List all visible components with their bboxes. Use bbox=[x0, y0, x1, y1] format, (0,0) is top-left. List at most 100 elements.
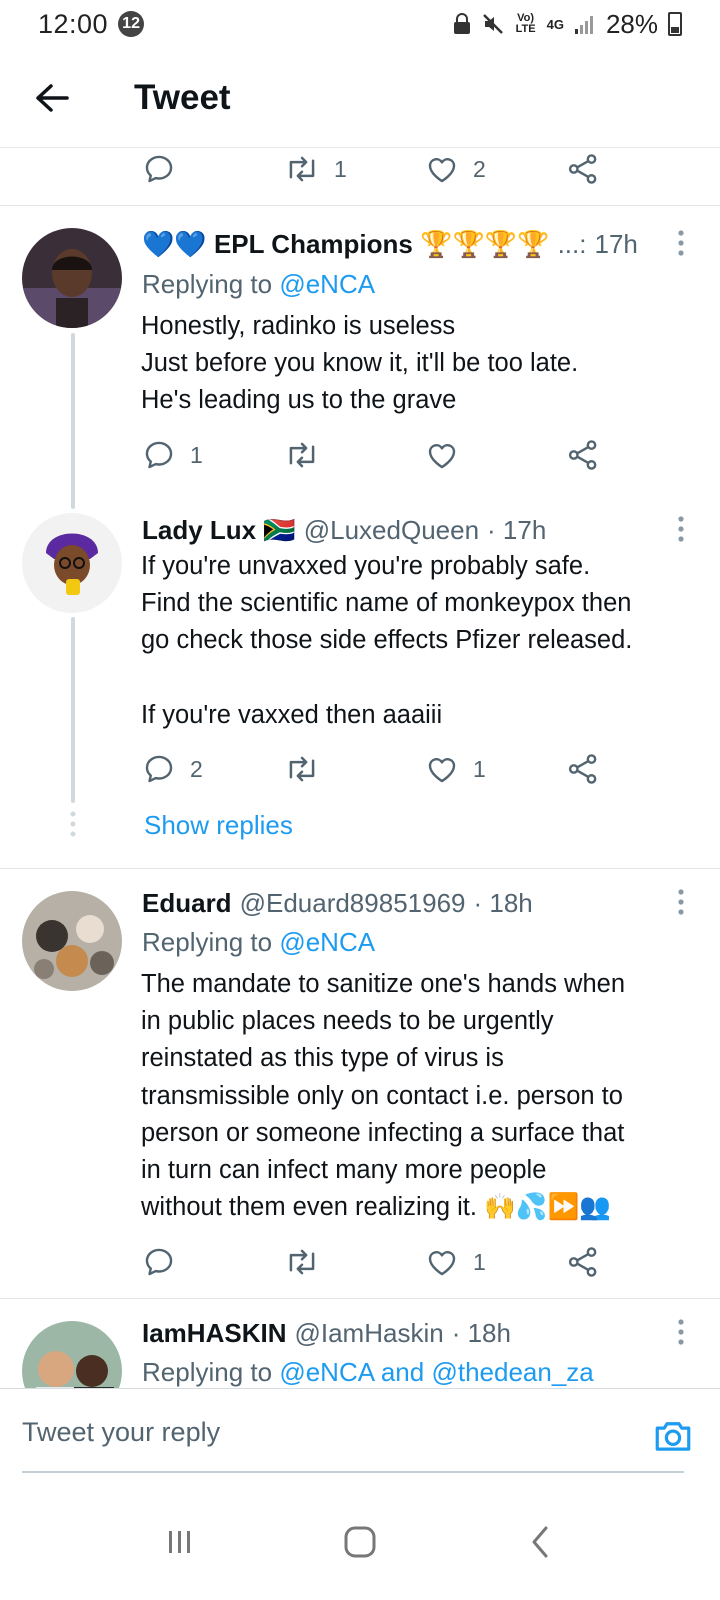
more-vertical-icon[interactable] bbox=[676, 887, 686, 917]
tweet-header: Lady Lux 🇿🇦 @LuxedQueen · 17h bbox=[142, 510, 686, 550]
show-replies-link[interactable]: Show replies bbox=[144, 810, 293, 841]
recent-apps-icon bbox=[169, 1531, 190, 1553]
tweet-time: · 17h bbox=[487, 514, 547, 545]
reply-input[interactable]: Tweet your reply bbox=[22, 1417, 220, 1448]
author-name[interactable]: Lady Lux 🇿🇦 bbox=[142, 515, 296, 546]
retweet-button[interactable] bbox=[284, 749, 320, 789]
status-time: 12:00 bbox=[38, 8, 109, 39]
more-vertical-icon[interactable] bbox=[676, 228, 686, 258]
retweet-button[interactable] bbox=[284, 1242, 320, 1282]
reply-button[interactable] bbox=[142, 1242, 176, 1282]
battery-percent: 28% bbox=[605, 8, 658, 39]
app-header: Tweet bbox=[0, 48, 720, 148]
author-name[interactable]: Eduard bbox=[142, 888, 232, 919]
author-handle: @Eduard89851969 bbox=[239, 887, 466, 918]
replying-to-link[interactable]: @eNCA and @thedean_za bbox=[279, 1357, 593, 1387]
system-nav-bar bbox=[0, 1484, 720, 1600]
like-button[interactable] bbox=[425, 435, 459, 475]
tweet-text: Honestly, radinko is useless Just before… bbox=[141, 312, 579, 415]
tweet-actions: 2 1 bbox=[142, 749, 622, 789]
author-name[interactable]: 💙💙 EPL Champions 🏆🏆🏆🏆 bbox=[142, 229, 550, 260]
signal-icon bbox=[574, 16, 593, 34]
retweet-button[interactable]: 1 bbox=[284, 149, 347, 189]
camera-button[interactable] bbox=[652, 1415, 694, 1457]
retweet-count: 1 bbox=[334, 155, 347, 182]
share-icon bbox=[568, 1247, 597, 1277]
reply-icon bbox=[145, 1248, 173, 1276]
share-button[interactable] bbox=[566, 149, 600, 189]
reply-icon bbox=[145, 441, 173, 469]
reply-icon bbox=[145, 155, 173, 183]
reply-composer: Tweet your reply bbox=[0, 1388, 720, 1484]
main-tweet-actions: 1 2 bbox=[142, 149, 622, 189]
back-arrow-icon bbox=[36, 83, 69, 112]
like-icon bbox=[428, 444, 456, 469]
reply-input-underline bbox=[22, 1471, 684, 1473]
share-button[interactable] bbox=[566, 435, 600, 475]
recent-apps-button[interactable] bbox=[150, 1512, 210, 1572]
more-vertical-icon[interactable] bbox=[676, 1317, 686, 1347]
share-icon bbox=[568, 440, 597, 470]
reply-button[interactable]: 2 bbox=[142, 749, 203, 789]
network-type: 4G bbox=[546, 16, 564, 32]
tweet-feed[interactable]: 1 2 💙💙 EPL Champions 🏆🏆🏆🏆 ...: 17h Reply… bbox=[0, 149, 720, 1413]
more-vertical-icon[interactable] bbox=[676, 514, 686, 544]
reply-count: 1 bbox=[190, 441, 203, 468]
tweet-time: · 18h bbox=[451, 1317, 511, 1348]
home-button[interactable] bbox=[330, 1512, 390, 1572]
replying-to-link[interactable]: @eNCA bbox=[279, 269, 375, 299]
nav-back-button[interactable] bbox=[510, 1512, 570, 1572]
tweet-actions: 1 bbox=[142, 435, 622, 475]
camera-icon bbox=[655, 1422, 691, 1451]
author-handle: @LuxedQueen bbox=[303, 514, 480, 545]
notification-count-badge: 12 bbox=[118, 11, 145, 37]
reply-count: 2 bbox=[190, 755, 203, 782]
author-name[interactable]: IamHASKIN bbox=[142, 1318, 286, 1349]
retweet-icon bbox=[289, 756, 315, 782]
avatar[interactable] bbox=[22, 513, 122, 613]
battery-icon bbox=[668, 12, 682, 36]
reply-button[interactable]: 1 bbox=[142, 435, 203, 475]
divider bbox=[0, 205, 720, 206]
tweet-header: IamHASKIN @IamHaskin · 18h bbox=[142, 1313, 686, 1353]
divider bbox=[0, 1298, 720, 1299]
reply-button[interactable] bbox=[142, 149, 176, 189]
like-icon bbox=[428, 758, 456, 783]
status-bar: 12:00 12 Vo) LTE 4G 28% bbox=[0, 0, 720, 48]
author-handle: ...: bbox=[557, 228, 587, 259]
tweet-text: The mandate to sanitize one's hands when… bbox=[141, 970, 626, 1222]
like-count: 1 bbox=[473, 1248, 486, 1275]
like-count: 1 bbox=[473, 755, 486, 782]
tweet-actions: 1 bbox=[142, 1242, 622, 1282]
share-button[interactable] bbox=[566, 749, 600, 789]
lock-icon bbox=[453, 13, 470, 34]
like-icon bbox=[428, 158, 456, 183]
status-icons: Vo) LTE 4G 28% bbox=[453, 9, 682, 40]
replying-to-link[interactable]: @eNCA bbox=[279, 927, 375, 957]
replying-label: Replying to bbox=[142, 269, 280, 299]
like-button[interactable]: 2 bbox=[425, 149, 486, 189]
share-button[interactable] bbox=[566, 1242, 600, 1282]
like-button[interactable]: 1 bbox=[425, 749, 486, 789]
thread-line bbox=[71, 617, 75, 803]
author-handle: @IamHaskin bbox=[294, 1317, 444, 1348]
tweet-header: Eduard @Eduard89851969 · 18h bbox=[142, 883, 686, 923]
retweet-button[interactable] bbox=[284, 435, 320, 475]
replying-label: Replying to bbox=[142, 927, 280, 957]
retweet-icon bbox=[289, 442, 315, 468]
like-count: 2 bbox=[473, 155, 486, 182]
replying-label: Replying to bbox=[142, 1357, 280, 1387]
nav-back-icon bbox=[532, 1526, 548, 1558]
tweet-time: 17h bbox=[594, 228, 638, 259]
mute-icon bbox=[482, 14, 503, 34]
thread-continuation-dots bbox=[70, 811, 76, 837]
avatar[interactable] bbox=[22, 228, 122, 328]
tweet-time: · 18h bbox=[473, 887, 533, 918]
like-button[interactable]: 1 bbox=[425, 1242, 486, 1282]
replying-to: Replying to @eNCA bbox=[142, 927, 375, 958]
page-title: Tweet bbox=[134, 77, 231, 117]
back-button[interactable] bbox=[22, 68, 82, 128]
divider bbox=[0, 868, 720, 869]
network-label: Vo) LTE bbox=[515, 12, 536, 35]
avatar[interactable] bbox=[22, 891, 122, 991]
